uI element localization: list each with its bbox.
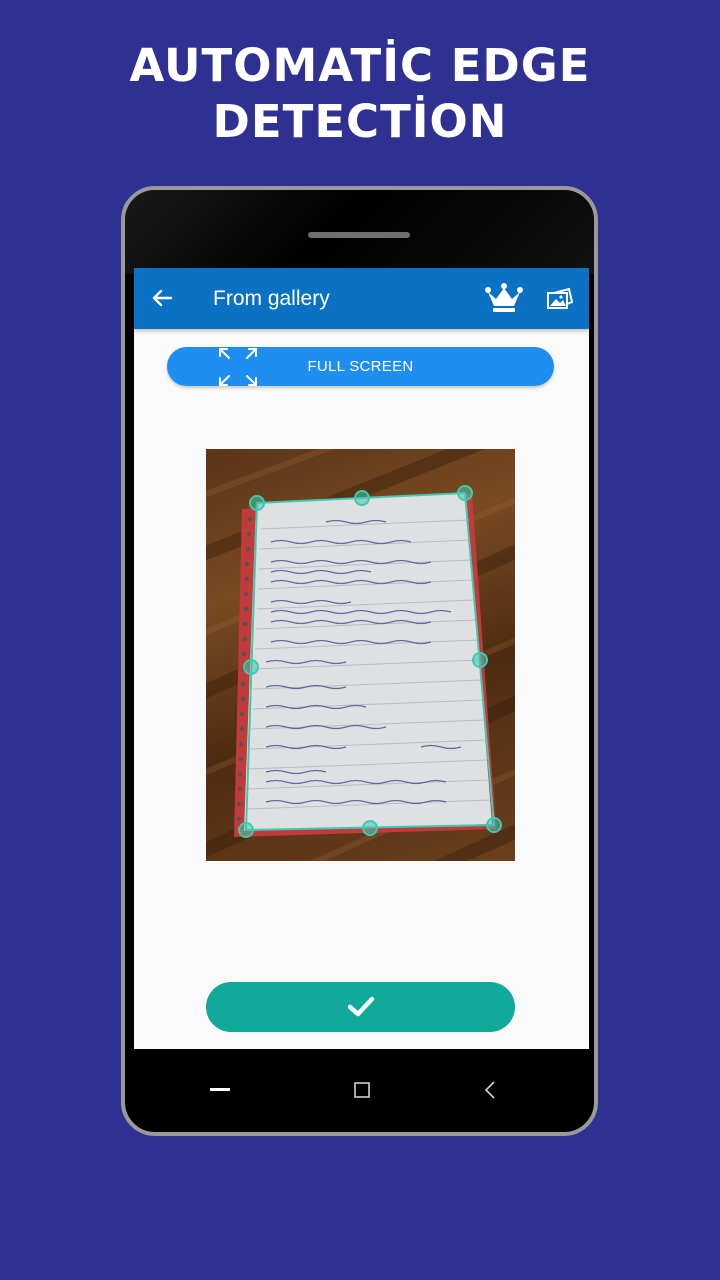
premium-button[interactable] [484,281,524,317]
nav-back-button[interactable] [475,1075,505,1105]
arrow-left-icon [152,289,173,307]
edge-handle-right [472,652,488,668]
page-title: From gallery [213,287,330,310]
document-photo [206,449,515,861]
photo-content [206,449,515,861]
corner-handle-bottom-left [238,822,254,838]
headline: AUTOMATİC EDGE DETECTİON [0,38,720,150]
recents-icon [210,1088,230,1091]
check-icon [347,996,374,1017]
corner-handle-bottom-right [486,817,502,833]
crown-icon [485,283,523,312]
home-square-icon [354,1082,370,1098]
phone-speaker [308,232,410,238]
app-bar: From gallery [134,268,589,329]
edge-handle-bottom [362,820,378,836]
back-button[interactable] [146,282,178,314]
nav-home-button[interactable] [347,1075,377,1105]
back-triangle-icon [484,1081,495,1099]
confirm-button[interactable] [206,982,515,1032]
headline-line-1: AUTOMATİC EDGE [129,39,591,92]
nav-recents-button[interactable] [205,1075,235,1105]
phone-frame: From gallery FULL SCREEN [121,186,598,1136]
gallery-button[interactable] [545,284,575,314]
corner-handle-top-right [457,485,473,501]
gallery-icon [547,287,574,309]
full-screen-label: FULL SCREEN [307,358,414,375]
system-navbar [125,1049,594,1132]
edge-handle-top [354,490,370,506]
full-screen-button[interactable]: FULL SCREEN [167,347,554,386]
edge-handle-left [243,659,259,675]
headline-line-2: DETECTİON [212,95,508,148]
app-screen: From gallery FULL SCREEN [134,268,589,1049]
corner-handle-top-left [249,495,265,511]
